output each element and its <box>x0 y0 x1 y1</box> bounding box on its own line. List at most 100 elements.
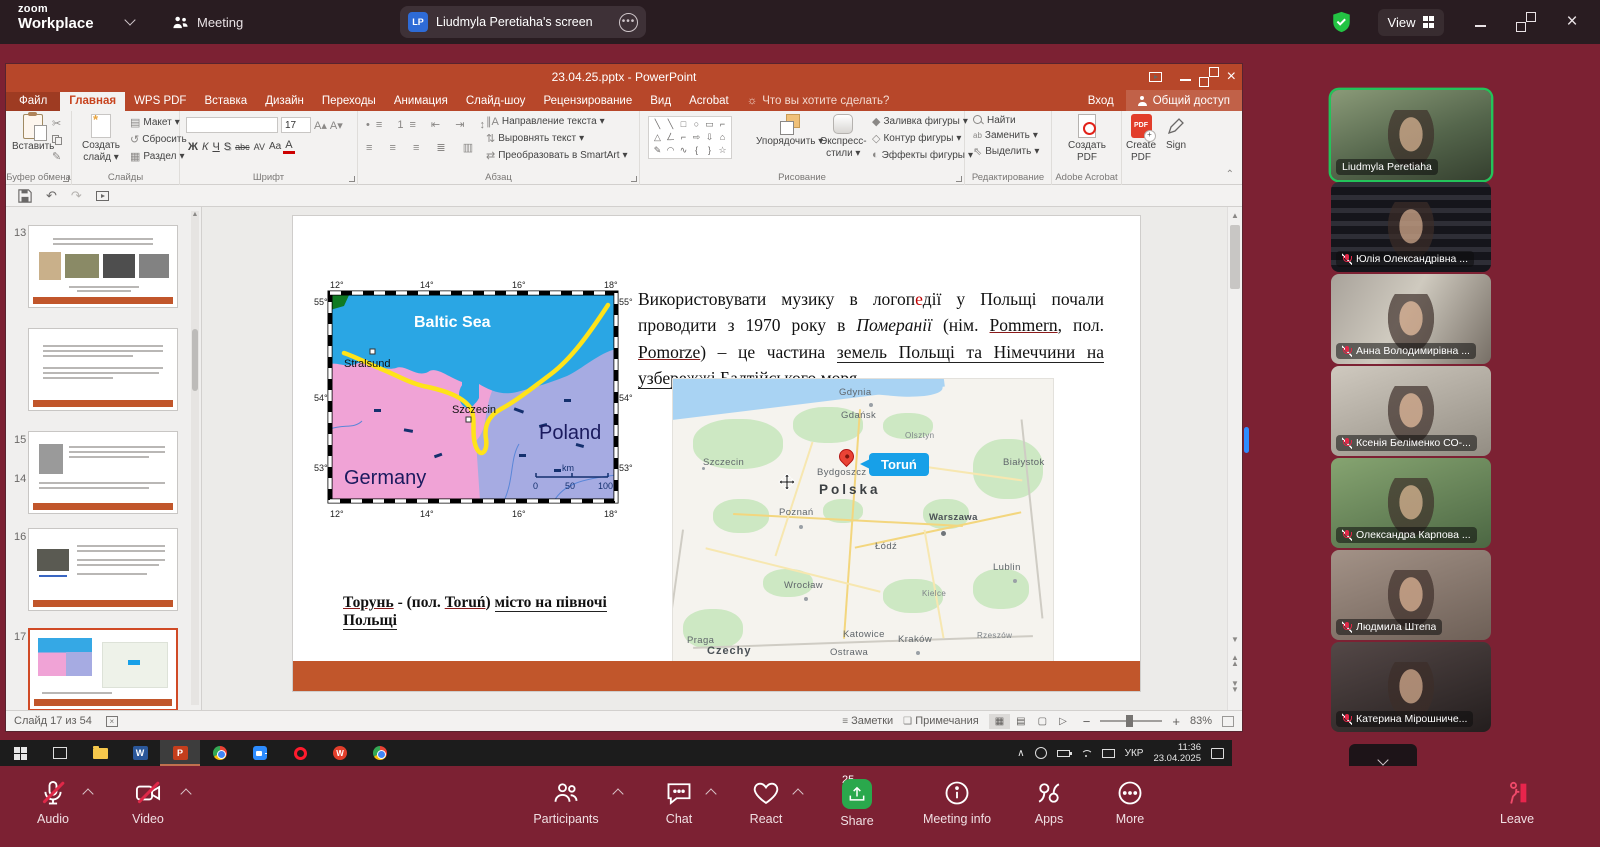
start-button[interactable] <box>0 740 40 766</box>
quick-styles-button[interactable]: Экспресс-стили ▾ <box>820 114 867 159</box>
acrobat-create-pdf-button[interactable]: СоздатьPDF <box>1068 114 1106 163</box>
video-button[interactable]: Video <box>110 779 186 826</box>
slide-thumbnail-17-selected[interactable] <box>28 628 178 711</box>
participant-tile[interactable]: Liudmyla Peretiaha <box>1331 90 1491 180</box>
zoom-in-button[interactable]: + <box>1172 714 1180 729</box>
italic-button[interactable]: К <box>200 141 210 153</box>
dialog-launcher-icon[interactable] <box>63 176 69 182</box>
share-button[interactable]: Share <box>819 779 895 828</box>
meeting-info-button[interactable]: Meeting info <box>919 779 995 826</box>
tab-insert[interactable]: Вставка <box>195 92 256 111</box>
tab-slideshow[interactable]: Слайд-шоу <box>457 92 535 111</box>
language-indicator[interactable]: УКР <box>1125 748 1144 759</box>
tray-expand-icon[interactable]: ∧ <box>1017 748 1024 759</box>
alignment-buttons[interactable]: ≡ ≡ ≡ ≣ ▥ <box>366 141 480 154</box>
word-icon[interactable]: W <box>120 740 160 766</box>
participant-tile[interactable]: Юлія Олександрівна ... <box>1331 182 1491 272</box>
tab-design[interactable]: Дизайн <box>256 92 313 111</box>
tab-home[interactable]: Главная <box>60 92 125 111</box>
audio-button[interactable]: Audio <box>15 779 91 826</box>
panel-resize-handle[interactable] <box>1244 427 1249 453</box>
dialog-launcher-icon[interactable] <box>956 176 962 182</box>
participants-button[interactable]: Participants <box>528 779 604 826</box>
format-painter-icon[interactable]: ✎ <box>52 150 62 163</box>
participant-tile[interactable]: Анна Володимирівна ... <box>1331 274 1491 364</box>
clock[interactable]: 11:3623.04.2025 <box>1153 742 1201 765</box>
align-text-button[interactable]: ⇅Выровнять текст ▾ <box>486 132 628 145</box>
smartart-button[interactable]: ⇄Преобразовать в SmartArt ▾ <box>486 149 628 162</box>
tell-me-box[interactable]: ☼Что вы хотите сделать? <box>738 92 899 111</box>
cut-icon[interactable]: ✂ <box>52 117 62 130</box>
ribbon-display-options-icon[interactable] <box>1149 72 1162 82</box>
bold-button[interactable]: Ж <box>186 141 200 153</box>
powerpoint-icon-active[interactable]: P <box>160 740 200 766</box>
wps-create-pdf-button[interactable]: PDF CreatePDF <box>1126 114 1156 163</box>
more-button[interactable]: More <box>1092 779 1168 826</box>
character-spacing-button[interactable]: AV <box>252 142 267 152</box>
tab-acrobat[interactable]: Acrobat <box>680 92 738 111</box>
start-slideshow-icon[interactable] <box>96 191 109 201</box>
grow-font-icon[interactable]: А▴ <box>314 119 327 132</box>
apps-button[interactable]: Apps <box>1011 779 1087 826</box>
collapse-ribbon-icon[interactable]: ⌃ <box>1226 169 1234 180</box>
thumbnail-scrollbar[interactable]: ▲ <box>191 211 199 705</box>
view-switcher[interactable]: ▦ ▤ ▢ ▷ <box>989 714 1073 729</box>
previous-slide-button[interactable]: ▲▲ <box>1228 655 1242 667</box>
shape-fill-button[interactable]: ◆Заливка фигуры ▾ <box>872 115 973 128</box>
shape-outline-button[interactable]: ◇Контур фигуры ▾ <box>872 132 973 145</box>
spellcheck-icon[interactable]: × <box>106 716 118 727</box>
fit-slide-icon[interactable] <box>1222 716 1234 727</box>
new-slide-button[interactable]: Создатьслайд ▾ <box>82 114 120 163</box>
ppt-close-button[interactable]: × <box>1227 68 1236 86</box>
redo-icon[interactable]: ↷ <box>71 188 82 204</box>
reading-view-icon[interactable]: ▢ <box>1032 714 1053 729</box>
slide-thumbnail-13[interactable] <box>28 225 178 308</box>
zoom-out-button[interactable]: − <box>1083 714 1091 729</box>
minimize-button[interactable] <box>1470 14 1490 31</box>
slide-thumbnail-15[interactable] <box>28 431 178 514</box>
reset-button[interactable]: ↺Сбросить <box>130 133 187 146</box>
save-icon[interactable] <box>18 189 32 203</box>
replace-button[interactable]: abЗаменить ▾ <box>973 130 1039 141</box>
chat-button[interactable]: Chat <box>641 779 717 826</box>
scroll-up-icon[interactable]: ▲ <box>1228 207 1242 220</box>
zoom-app-icon[interactable] <box>240 740 280 766</box>
participant-tile[interactable]: Катерина Мірошниче... <box>1331 642 1491 732</box>
arrange-button[interactable]: Упорядочить ▾ <box>756 114 823 148</box>
tab-review[interactable]: Рецензирование <box>534 92 641 111</box>
tab-view[interactable]: Вид <box>641 92 680 111</box>
battery-icon[interactable] <box>1057 750 1070 757</box>
participants-options-caret[interactable] <box>612 788 623 799</box>
text-shadow-button[interactable]: S <box>222 141 233 153</box>
next-slide-button[interactable]: ▼▼ <box>1228 681 1242 693</box>
view-button[interactable]: View <box>1378 9 1444 36</box>
undo-icon[interactable]: ↶ <box>46 188 57 204</box>
more-options-icon[interactable]: ••• <box>619 13 638 32</box>
tab-file[interactable]: Файл <box>6 92 60 111</box>
tab-shared-screen[interactable]: LP Liudmyla Peretiaha's screen ••• <box>400 6 646 38</box>
shapes-gallery[interactable]: ╲╲□○▭⌐ △ㄥ⌐⇨⇩⌂ ✎◠∿{}☆ <box>648 116 732 159</box>
chrome-icon[interactable] <box>200 740 240 766</box>
shrink-font-icon[interactable]: А▾ <box>330 119 343 132</box>
notes-button[interactable]: ≡ Заметки <box>842 715 893 727</box>
tab-wps-pdf[interactable]: WPS PDF <box>125 92 195 111</box>
react-button[interactable]: React <box>728 779 804 826</box>
dialog-launcher-icon[interactable] <box>349 176 355 182</box>
opera-icon[interactable] <box>280 740 320 766</box>
normal-view-icon[interactable]: ▦ <box>989 714 1010 729</box>
slide-thumbnail-14[interactable] <box>28 328 178 411</box>
share-document-button[interactable]: Общий доступ <box>1126 90 1242 111</box>
font-color-button[interactable]: А <box>283 139 294 154</box>
zoom-slider-thumb[interactable] <box>1126 715 1133 727</box>
scroll-down-icon[interactable]: ▼ <box>1228 635 1242 644</box>
layout-button[interactable]: ▤Макет ▾ <box>130 116 187 129</box>
underline-button[interactable]: Ч <box>210 141 221 153</box>
shape-effects-button[interactable]: ◐Эффекты фигуры ▾ <box>872 149 973 161</box>
ppt-minimize-button[interactable] <box>1180 70 1191 84</box>
task-view-button[interactable] <box>40 740 80 766</box>
strikethrough-button[interactable]: abc <box>233 142 252 152</box>
tab-animations[interactable]: Анимация <box>385 92 457 111</box>
slideshow-view-icon[interactable]: ▷ <box>1053 714 1073 729</box>
tab-transitions[interactable]: Переходы <box>313 92 385 111</box>
editor-scrollbar[interactable]: ▲ ▼ ▲▲ ▼▼ <box>1227 207 1242 710</box>
